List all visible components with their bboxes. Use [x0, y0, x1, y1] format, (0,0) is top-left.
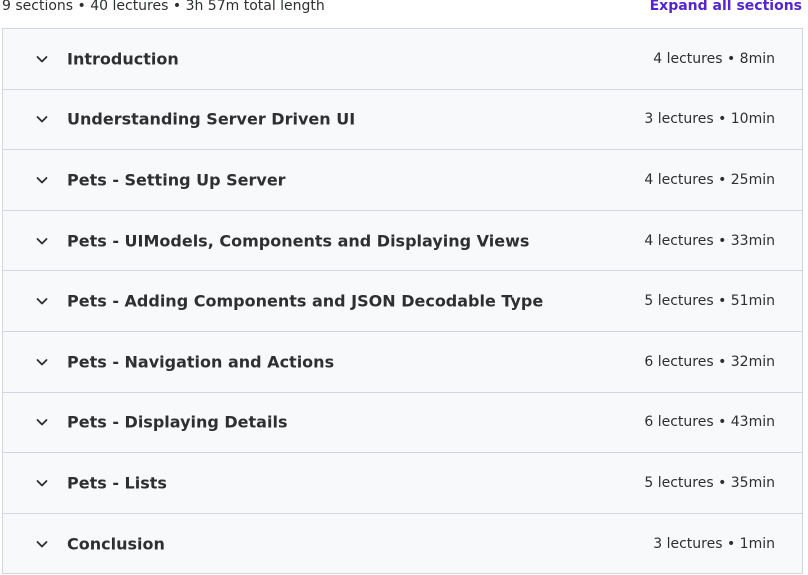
curriculum-summary-bar: 9 sections • 40 lectures • 3h 57m total …: [0, 0, 808, 19]
section-lecture-count: 3 lectures • 1min: [653, 535, 775, 552]
chevron-down-icon: [35, 415, 49, 429]
section-lecture-count: 4 lectures • 8min: [653, 50, 775, 67]
section-panel[interactable]: Pets - UIModels, Components and Displayi…: [3, 210, 802, 272]
chevron-down-icon: [35, 476, 49, 490]
section-title: Introduction: [67, 49, 179, 69]
section-lecture-count: 6 lectures • 43min: [644, 414, 775, 431]
section-panel[interactable]: Pets - Displaying Details 6 lectures • 4…: [3, 392, 802, 454]
section-title: Understanding Server Driven UI: [67, 109, 356, 129]
section-lecture-count: 5 lectures • 51min: [644, 293, 775, 310]
section-panel[interactable]: Understanding Server Driven UI 3 lecture…: [3, 89, 802, 151]
section-lecture-count: 4 lectures • 25min: [644, 171, 775, 188]
section-title: Pets - Navigation and Actions: [67, 352, 335, 372]
section-panel[interactable]: Conclusion 3 lectures • 1min: [3, 513, 802, 575]
section-panel[interactable]: Pets - Adding Components and JSON Decoda…: [3, 271, 802, 332]
section-lecture-count: 6 lectures • 32min: [644, 353, 775, 370]
chevron-down-icon: [35, 173, 49, 187]
chevron-down-icon: [35, 52, 49, 66]
section-title: Conclusion: [67, 534, 165, 554]
curriculum-summary: 9 sections • 40 lectures • 3h 57m total …: [2, 0, 325, 14]
section-panel[interactable]: Pets - Lists 5 lectures • 35min: [3, 453, 802, 514]
section-lecture-count: 3 lectures • 10min: [644, 111, 775, 128]
chevron-down-icon: [35, 234, 49, 248]
section-title: Pets - Adding Components and JSON Decoda…: [67, 291, 544, 311]
section-title: Pets - UIModels, Components and Displayi…: [67, 231, 530, 251]
curriculum-section-list: Introduction 4 lectures • 8min Understan…: [2, 28, 803, 575]
chevron-down-icon: [35, 537, 49, 551]
chevron-down-icon: [35, 294, 49, 308]
section-lecture-count: 5 lectures • 35min: [644, 474, 775, 491]
section-title: Pets - Displaying Details: [67, 412, 288, 432]
section-title: Pets - Setting Up Server: [67, 170, 286, 190]
chevron-down-icon: [35, 112, 49, 126]
section-panel[interactable]: Pets - Setting Up Server 4 lectures • 25…: [3, 150, 802, 211]
section-lecture-count: 4 lectures • 33min: [644, 232, 775, 249]
section-panel[interactable]: Pets - Navigation and Actions 6 lectures…: [3, 331, 802, 393]
chevron-down-icon: [35, 355, 49, 369]
section-panel[interactable]: Introduction 4 lectures • 8min: [3, 29, 802, 90]
expand-all-sections-button[interactable]: Expand all sections: [650, 0, 802, 17]
section-title: Pets - Lists: [67, 473, 167, 493]
